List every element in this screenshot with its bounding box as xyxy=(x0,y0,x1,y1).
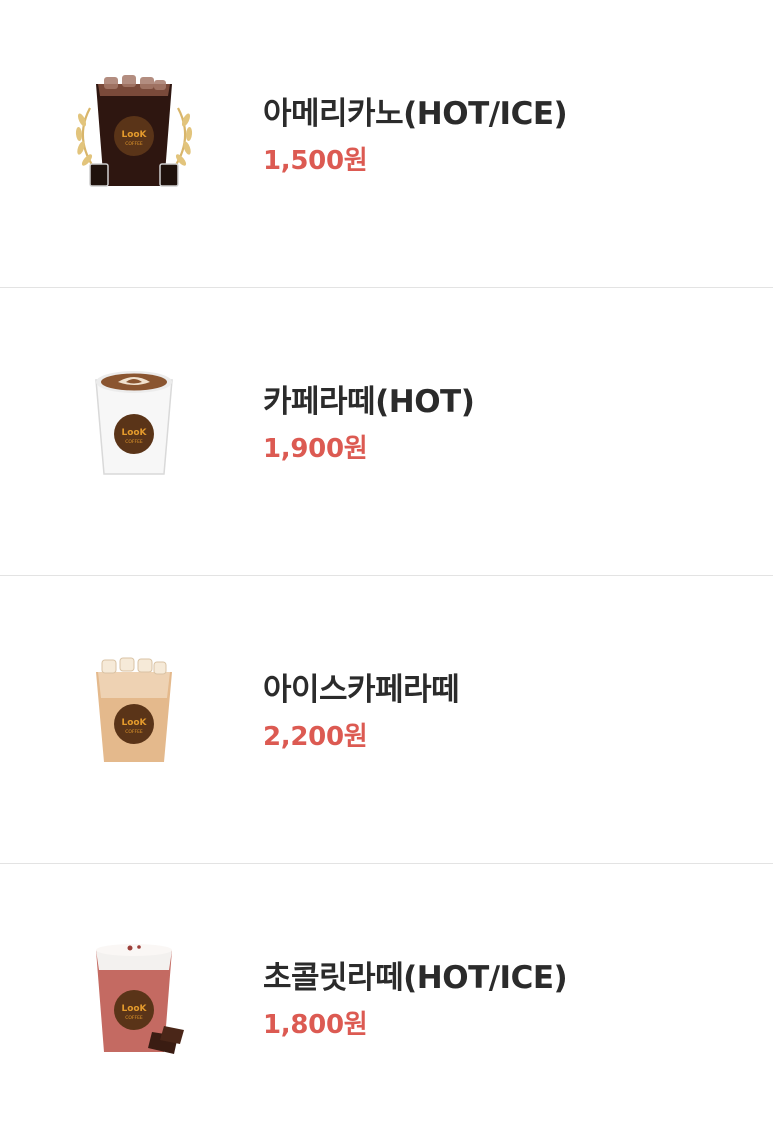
item-price: 1,900원 xyxy=(263,434,368,464)
menu-item-iced-cafe-latte[interactable]: LooK COFFEE 아이스카페라떼 2,200원 xyxy=(0,576,773,864)
svg-text:COFFEE: COFFEE xyxy=(125,439,143,445)
item-price: 1,800원 xyxy=(263,1010,368,1040)
svg-text:COFFEE: COFFEE xyxy=(125,729,143,735)
menu-item-cafe-latte-hot[interactable]: LooK COFFEE 카페라떼(HOT) 1,900원 xyxy=(0,288,773,576)
hot-latte-cup-icon: LooK COFFEE xyxy=(68,360,200,492)
svg-text:COFFEE: COFFEE xyxy=(125,141,143,147)
svg-text:LooK: LooK xyxy=(121,130,147,140)
iced-americano-icon: LooK COFFEE xyxy=(68,68,200,200)
item-price: 2,200원 xyxy=(263,722,368,752)
item-name: 카페라떼(HOT) xyxy=(263,384,475,420)
menu-item-chocolate-latte[interactable]: LooK COFFEE 초콜릿라떼(HOT/ICE) 1,800원 xyxy=(0,864,773,1133)
chocolate-latte-icon: LooK COFFEE xyxy=(68,936,200,1068)
svg-text:LooK: LooK xyxy=(121,718,147,728)
menu-item-americano[interactable]: LooK COFFEE 아메리카노(HOT/ICE) 1,500원 xyxy=(0,0,773,288)
svg-text:LooK: LooK xyxy=(121,428,147,438)
item-price: 1,500원 xyxy=(263,146,368,176)
iced-latte-icon: LooK COFFEE xyxy=(68,652,200,784)
menu-list: LooK COFFEE 아메리카노(HOT/ICE) 1,500원 LooK C… xyxy=(0,0,773,1133)
svg-text:COFFEE: COFFEE xyxy=(125,1015,143,1021)
svg-text:LooK: LooK xyxy=(121,1004,147,1014)
item-name: 아메리카노(HOT/ICE) xyxy=(263,96,568,132)
item-name: 아이스카페라떼 xyxy=(263,672,460,708)
item-name: 초콜릿라떼(HOT/ICE) xyxy=(263,960,568,996)
